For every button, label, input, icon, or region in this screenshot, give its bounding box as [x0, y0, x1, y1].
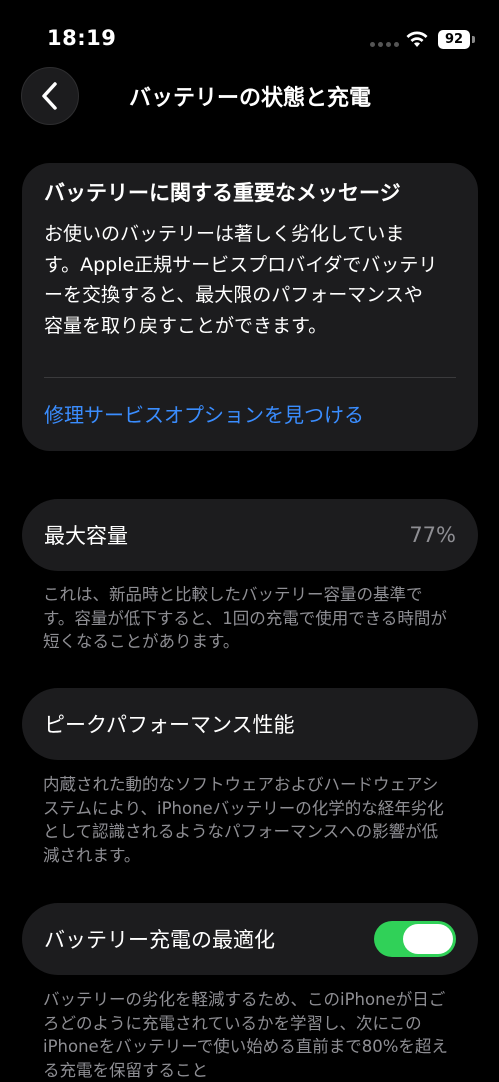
optimized-charging-label: バッテリー充電の最適化 [44, 928, 275, 952]
toggle-knob [403, 924, 453, 954]
message-title: バッテリーに関する重要なメッセージ [44, 181, 401, 205]
back-button[interactable] [21, 67, 79, 125]
important-message-card: バッテリーに関する重要なメッセージ お使いのバッテリーは著しく劣化しています。A… [22, 163, 478, 451]
optimized-charging-row: バッテリー充電の最適化 [22, 903, 478, 975]
page-title: バッテリーの状態と充電 [128, 86, 371, 111]
wifi-icon [406, 31, 428, 47]
chevron-left-icon [42, 82, 57, 110]
max-capacity-footnote: これは、新品時と比較したバッテリー容量の基準です。容量が低下すると、1回の充電で… [43, 585, 447, 651]
message-body: お使いのバッテリーは著しく劣化しています。Apple正規サービスプロバイダでバッ… [44, 223, 438, 337]
peak-performance-row: ピークパフォーマンス性能 [22, 688, 478, 760]
divider [44, 377, 456, 378]
peak-performance-label: ピークパフォーマンス性能 [44, 713, 295, 737]
max-capacity-label: 最大容量 [44, 524, 128, 548]
optimized-charging-toggle[interactable] [374, 921, 456, 957]
max-capacity-value: 77% [409, 523, 456, 547]
find-service-options-link[interactable]: 修理サービスオプションを見つける [44, 399, 364, 428]
max-capacity-row: 最大容量 77% [22, 499, 478, 571]
status-time: 18:19 [47, 26, 117, 50]
cellular-signal-icon [370, 42, 400, 48]
status-bar: 18:19 92 [0, 0, 499, 70]
battery-icon: 92 [438, 30, 470, 49]
optimized-charging-footnote: バッテリーの劣化を軽減するため、このiPhoneが日ごろどのように充電されている… [43, 990, 448, 1080]
peak-performance-footnote: 内蔵された動的なソフトウェアおよびハードウェアシステムにより、iPhoneバッテ… [43, 775, 444, 865]
battery-tip [472, 36, 475, 43]
